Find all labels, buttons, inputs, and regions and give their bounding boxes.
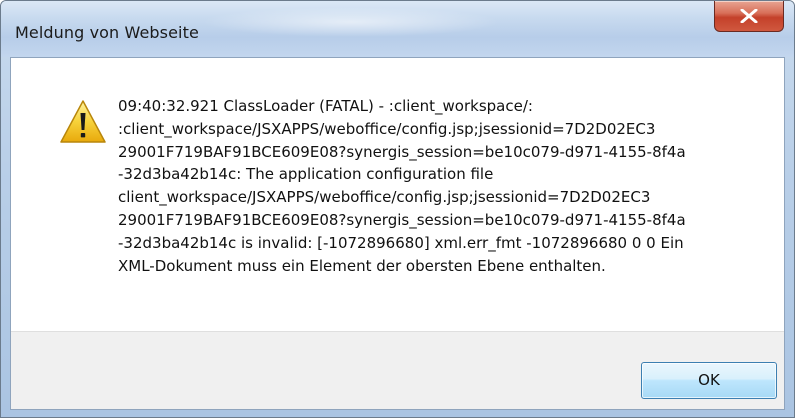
window-title: Meldung von Webseite: [15, 23, 199, 42]
close-button[interactable]: [714, 1, 784, 32]
dialog-content: 09:40:32.921 ClassLoader (FATAL) - :clie…: [10, 57, 785, 410]
message-dialog-window: Meldung von Webseite 09:40:32.921 ClassL…: [0, 0, 795, 418]
error-message: 09:40:32.921 ClassLoader (FATAL) - :clie…: [118, 97, 686, 275]
title-bar-glare: [201, 7, 501, 37]
title-bar[interactable]: Meldung von Webseite: [1, 1, 794, 57]
warning-icon: [60, 100, 106, 143]
ok-button[interactable]: OK: [641, 362, 777, 399]
close-icon: [740, 9, 758, 23]
